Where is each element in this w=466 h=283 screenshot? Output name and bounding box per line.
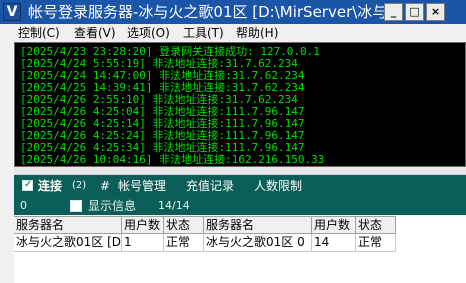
table-cell-user-count[interactable]: 14: [312, 234, 356, 252]
column-header-server-name[interactable]: 服务器名: [204, 216, 312, 234]
info-count: 0: [20, 199, 27, 212]
close-button[interactable]: ×: [426, 3, 445, 21]
info-ratio: 14/14: [158, 199, 190, 212]
connect-count: (2): [72, 180, 87, 191]
table-cell-status[interactable]: 正常: [356, 234, 396, 252]
maximize-button[interactable]: □: [405, 3, 424, 21]
column-header-user-count[interactable]: 用户数: [122, 216, 164, 234]
menu-view[interactable]: 查看(V): [74, 26, 116, 40]
checkmark-icon: ✓: [24, 179, 33, 190]
show-info-checkbox[interactable]: [70, 200, 82, 212]
menu-help[interactable]: 帮助(H): [236, 26, 278, 40]
menu-tools[interactable]: 工具(T): [183, 26, 224, 40]
column-header-status[interactable]: 状态: [356, 216, 396, 234]
horizontal-scrollbar[interactable]: [14, 167, 466, 175]
show-info-label[interactable]: 显示信息: [88, 199, 136, 213]
log-console[interactable]: [2025/4/23 23:28:20] 登录网关连接成功: 127.0.0.1…: [14, 42, 466, 167]
menu-bar: 控制(C) 查看(V) 选项(O) 工具(T) 帮助(H): [0, 24, 466, 42]
connect-checkbox[interactable]: ✓: [22, 179, 33, 191]
table-cell-server-name[interactable]: 冰与火之歌01区 [D]: [14, 234, 122, 252]
menu-options[interactable]: 选项(O): [127, 26, 170, 40]
menu-control[interactable]: 控制(C): [18, 26, 60, 40]
window-title: 帐号登录服务器-冰与火之歌01区 [D:\MirServer\冰与: [28, 3, 386, 21]
server-table: 服务器名 用户数 状态 服务器名 用户数 状态 冰与火之歌01区 [D] 1 正…: [14, 216, 466, 283]
table-cell-user-count[interactable]: 1: [122, 234, 164, 252]
tab-bar: ✓ 连接 (2) # 帐号管理 充值记录 人数限制: [14, 175, 466, 197]
table-cell-status[interactable]: 正常: [164, 234, 204, 252]
tab-user-limit[interactable]: 人数限制: [254, 179, 302, 193]
column-header-server-name[interactable]: 服务器名: [14, 216, 122, 234]
tab-connect[interactable]: 连接: [38, 179, 62, 193]
tab-separator: #: [100, 179, 111, 193]
log-line: [2025/4/26 10:04:16] 非法地址连接:162.216.150.…: [20, 153, 325, 166]
column-header-user-count[interactable]: 用户数: [312, 216, 356, 234]
info-bar: 0 显示信息 14/14: [14, 197, 466, 215]
tab-account-management[interactable]: 帐号管理: [118, 179, 166, 193]
table-cell-server-name[interactable]: 冰与火之歌01区 0: [204, 234, 312, 252]
app-icon[interactable]: V: [3, 3, 21, 21]
title-bar: V 帐号登录服务器-冰与火之歌01区 [D:\MirServer\冰与 _ □ …: [0, 0, 466, 24]
column-header-status[interactable]: 状态: [164, 216, 204, 234]
tab-recharge-records[interactable]: 充值记录: [186, 179, 234, 193]
minimize-button[interactable]: _: [384, 3, 403, 21]
